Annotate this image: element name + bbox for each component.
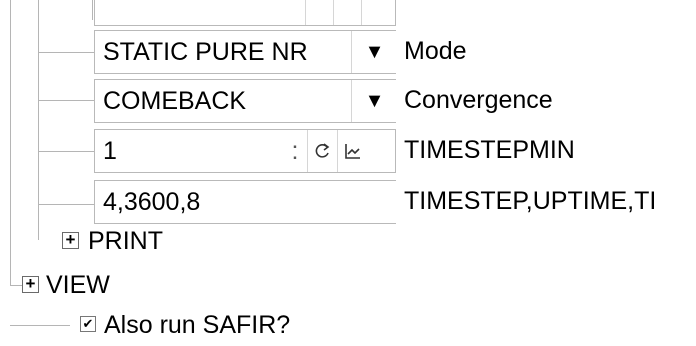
spin-separator: : [291, 136, 299, 165]
tree-branch-line [38, 151, 94, 152]
timestepmin-field[interactable]: 1 : [94, 129, 396, 173]
mode-value: STATIC PURE NR [103, 38, 308, 66]
field-cell [361, 0, 389, 25]
timestepmin-label: TIMESTEPMIN [404, 136, 575, 164]
refresh-icon[interactable] [307, 130, 337, 172]
timestep-value: 4,3600,8 [103, 188, 201, 216]
safir-checkbox-label: Also run SAFIR? [104, 311, 291, 339]
timestep-field[interactable]: 4,3600,8 [94, 180, 396, 224]
expand-print-icon[interactable]: + [62, 231, 79, 249]
timestepmin-value: 1 [103, 137, 117, 165]
tree-branch-line [38, 100, 94, 101]
timestep-label: TIMESTEP,UPTIME,TI [404, 187, 657, 215]
expand-view-icon[interactable]: + [22, 275, 39, 293]
tree-branch-line [38, 52, 94, 53]
tree-guide-line [10, 0, 11, 285]
mode-dropdown[interactable]: STATIC PURE NR ▼ [94, 30, 397, 74]
convergence-dropdown[interactable]: COMEBACK ▼ [94, 79, 397, 123]
print-node-label[interactable]: PRINT [88, 220, 163, 262]
chart-icon[interactable] [337, 130, 367, 172]
chevron-down-icon[interactable]: ▼ [351, 31, 397, 73]
field-cell [333, 0, 361, 25]
safir-checkbox[interactable]: ✔ [80, 316, 96, 332]
chevron-down-icon[interactable]: ▼ [351, 80, 397, 122]
partial-field[interactable] [94, 0, 396, 26]
tree-branch-line [10, 285, 22, 286]
convergence-value: COMEBACK [103, 87, 247, 115]
tree-branch-line [10, 325, 70, 326]
field-cell [305, 0, 333, 25]
view-node-label[interactable]: VIEW [46, 264, 110, 306]
tree-branch-line [38, 204, 94, 205]
mode-label: Mode [404, 37, 467, 65]
tree-guide-line [92, 0, 93, 20]
convergence-label: Convergence [404, 86, 553, 114]
